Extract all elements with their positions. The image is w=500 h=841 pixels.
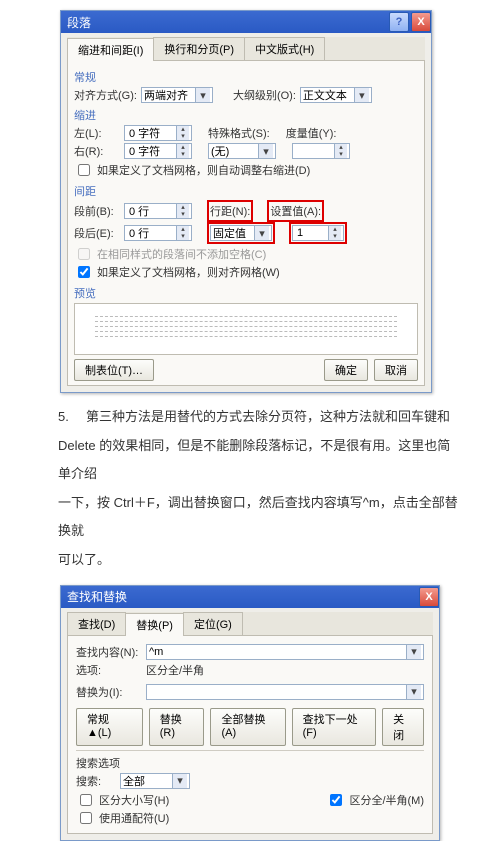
find-replace-dialog: 查找和替换 X 查找(D) 替换(P) 定位(G) 查找内容(N): ^m▾ 选…	[60, 585, 440, 841]
snap-grid-checkbox[interactable]: 如果定义了文档网格，则对齐网格(W)	[74, 263, 280, 281]
paragraph-dialog: 段落 ? X 缩进和间距(I) 换行和分页(P) 中文版式(H) 常规 对齐方式…	[60, 10, 432, 393]
use-wildcards-checkbox[interactable]: 使用通配符(U)	[76, 809, 169, 827]
tabstrip: 查找(D) 替换(P) 定位(G)	[67, 612, 433, 636]
replace-input[interactable]: ▾	[146, 684, 424, 700]
cancel-button[interactable]: 取消	[374, 359, 418, 381]
align-combo[interactable]: 两端对齐▾	[141, 87, 213, 103]
align-label: 对齐方式(G):	[74, 87, 137, 103]
chevron-down-icon: ▾	[195, 88, 210, 102]
group-general: 常规	[74, 69, 418, 85]
search-section-label: 搜索选项	[76, 755, 424, 771]
options-value: 区分全/半角	[146, 662, 204, 678]
group-indent: 缩进	[74, 107, 418, 123]
before-spinner[interactable]: 0 行 ▴▾	[124, 203, 192, 219]
highlight-setat-spinner: 1 ▴▾	[289, 222, 347, 244]
close-icon[interactable]: X	[411, 12, 431, 32]
left-spinner[interactable]: 0 字符 ▴▾	[124, 125, 192, 141]
replace-button[interactable]: 替换(R)	[149, 708, 205, 746]
chevron-down-icon: ▾	[406, 645, 421, 659]
highlight-linespacing-combo: 固定值▾	[207, 222, 275, 244]
tabs-button[interactable]: 制表位(T)…	[74, 359, 154, 381]
chevron-down-icon: ▾	[254, 226, 269, 240]
tab-asian[interactable]: 中文版式(H)	[244, 37, 325, 60]
preview-label: 预览	[74, 285, 418, 301]
before-label: 段前(B):	[74, 203, 120, 219]
replace-label: 替换为(I):	[76, 684, 142, 700]
after-spinner[interactable]: 0 行 ▴▾	[124, 225, 192, 241]
help-icon[interactable]: ?	[389, 12, 409, 32]
preview-box	[74, 303, 418, 355]
search-label: 搜索:	[76, 773, 116, 789]
match-width-checkbox[interactable]: 区分全/半角(M)	[326, 791, 424, 809]
tab-indent-spacing[interactable]: 缩进和间距(I)	[67, 38, 154, 61]
group-spacing: 间距	[74, 183, 418, 199]
tab-line-page[interactable]: 换行和分页(P)	[153, 37, 245, 60]
setat-spinner[interactable]: 1 ▴▾	[292, 225, 344, 241]
highlight-linespacing: 行距(N):	[207, 200, 253, 222]
close-icon[interactable]: X	[419, 587, 439, 607]
left-label: 左(L):	[74, 125, 120, 141]
tabstrip: 缩进和间距(I) 换行和分页(P) 中文版式(H)	[67, 37, 425, 61]
linespace-combo[interactable]: 固定值▾	[210, 225, 272, 241]
measure-spinner[interactable]: ▴▾	[292, 143, 350, 159]
chevron-down-icon: ▾	[172, 774, 187, 788]
setat-label: 设置值(A):	[270, 206, 321, 218]
find-label: 查找内容(N):	[76, 644, 142, 660]
linespace-label: 行距(N):	[210, 206, 250, 218]
special-combo[interactable]: (无)▾	[208, 143, 276, 159]
tab-goto[interactable]: 定位(G)	[183, 612, 243, 635]
dialog-title: 查找和替换	[67, 588, 127, 605]
ok-button[interactable]: 确定	[324, 359, 368, 381]
less-button[interactable]: 常规 ▲(L)	[76, 708, 143, 746]
chevron-down-icon: ▾	[354, 88, 369, 102]
chevron-down-icon: ▾	[406, 685, 421, 699]
chevron-down-icon: ▾	[258, 144, 273, 158]
after-label: 段后(E):	[74, 225, 120, 241]
tab-replace[interactable]: 替换(P)	[125, 613, 184, 636]
dialog-titlebar[interactable]: 查找和替换 X	[61, 586, 439, 608]
auto-adjust-checkbox[interactable]: 如果定义了文档网格，则自动调整右缩进(D)	[74, 161, 310, 179]
search-direction-combo[interactable]: 全部▾	[120, 773, 190, 789]
tab-find[interactable]: 查找(D)	[67, 612, 126, 635]
outline-combo[interactable]: 正文文本▾	[300, 87, 372, 103]
replace-all-button[interactable]: 全部替换(A)	[210, 708, 285, 746]
find-next-button[interactable]: 查找下一处(F)	[292, 708, 377, 746]
special-label: 特殊格式(S):	[208, 125, 270, 141]
instruction-paragraph: 5.第三种方法是用替代的方式去除分页符，这种方法就和回车键和 Delete 的效…	[0, 403, 500, 575]
dialog-titlebar[interactable]: 段落 ? X	[61, 11, 431, 33]
no-space-same-style-checkbox: 在相同样式的段落间不添加空格(C)	[74, 245, 266, 263]
close-button[interactable]: 关闭	[382, 708, 424, 746]
right-label: 右(R):	[74, 143, 120, 159]
find-input[interactable]: ^m▾	[146, 644, 424, 660]
right-spinner[interactable]: 0 字符 ▴▾	[124, 143, 192, 159]
match-case-checkbox[interactable]: 区分大小写(H)	[76, 791, 169, 809]
dialog-title: 段落	[67, 14, 91, 31]
highlight-setat: 设置值(A):	[267, 200, 324, 222]
options-label: 选项:	[76, 662, 142, 678]
outline-label: 大纲级别(O):	[233, 87, 296, 103]
measure-label: 度量值(Y):	[286, 125, 337, 141]
